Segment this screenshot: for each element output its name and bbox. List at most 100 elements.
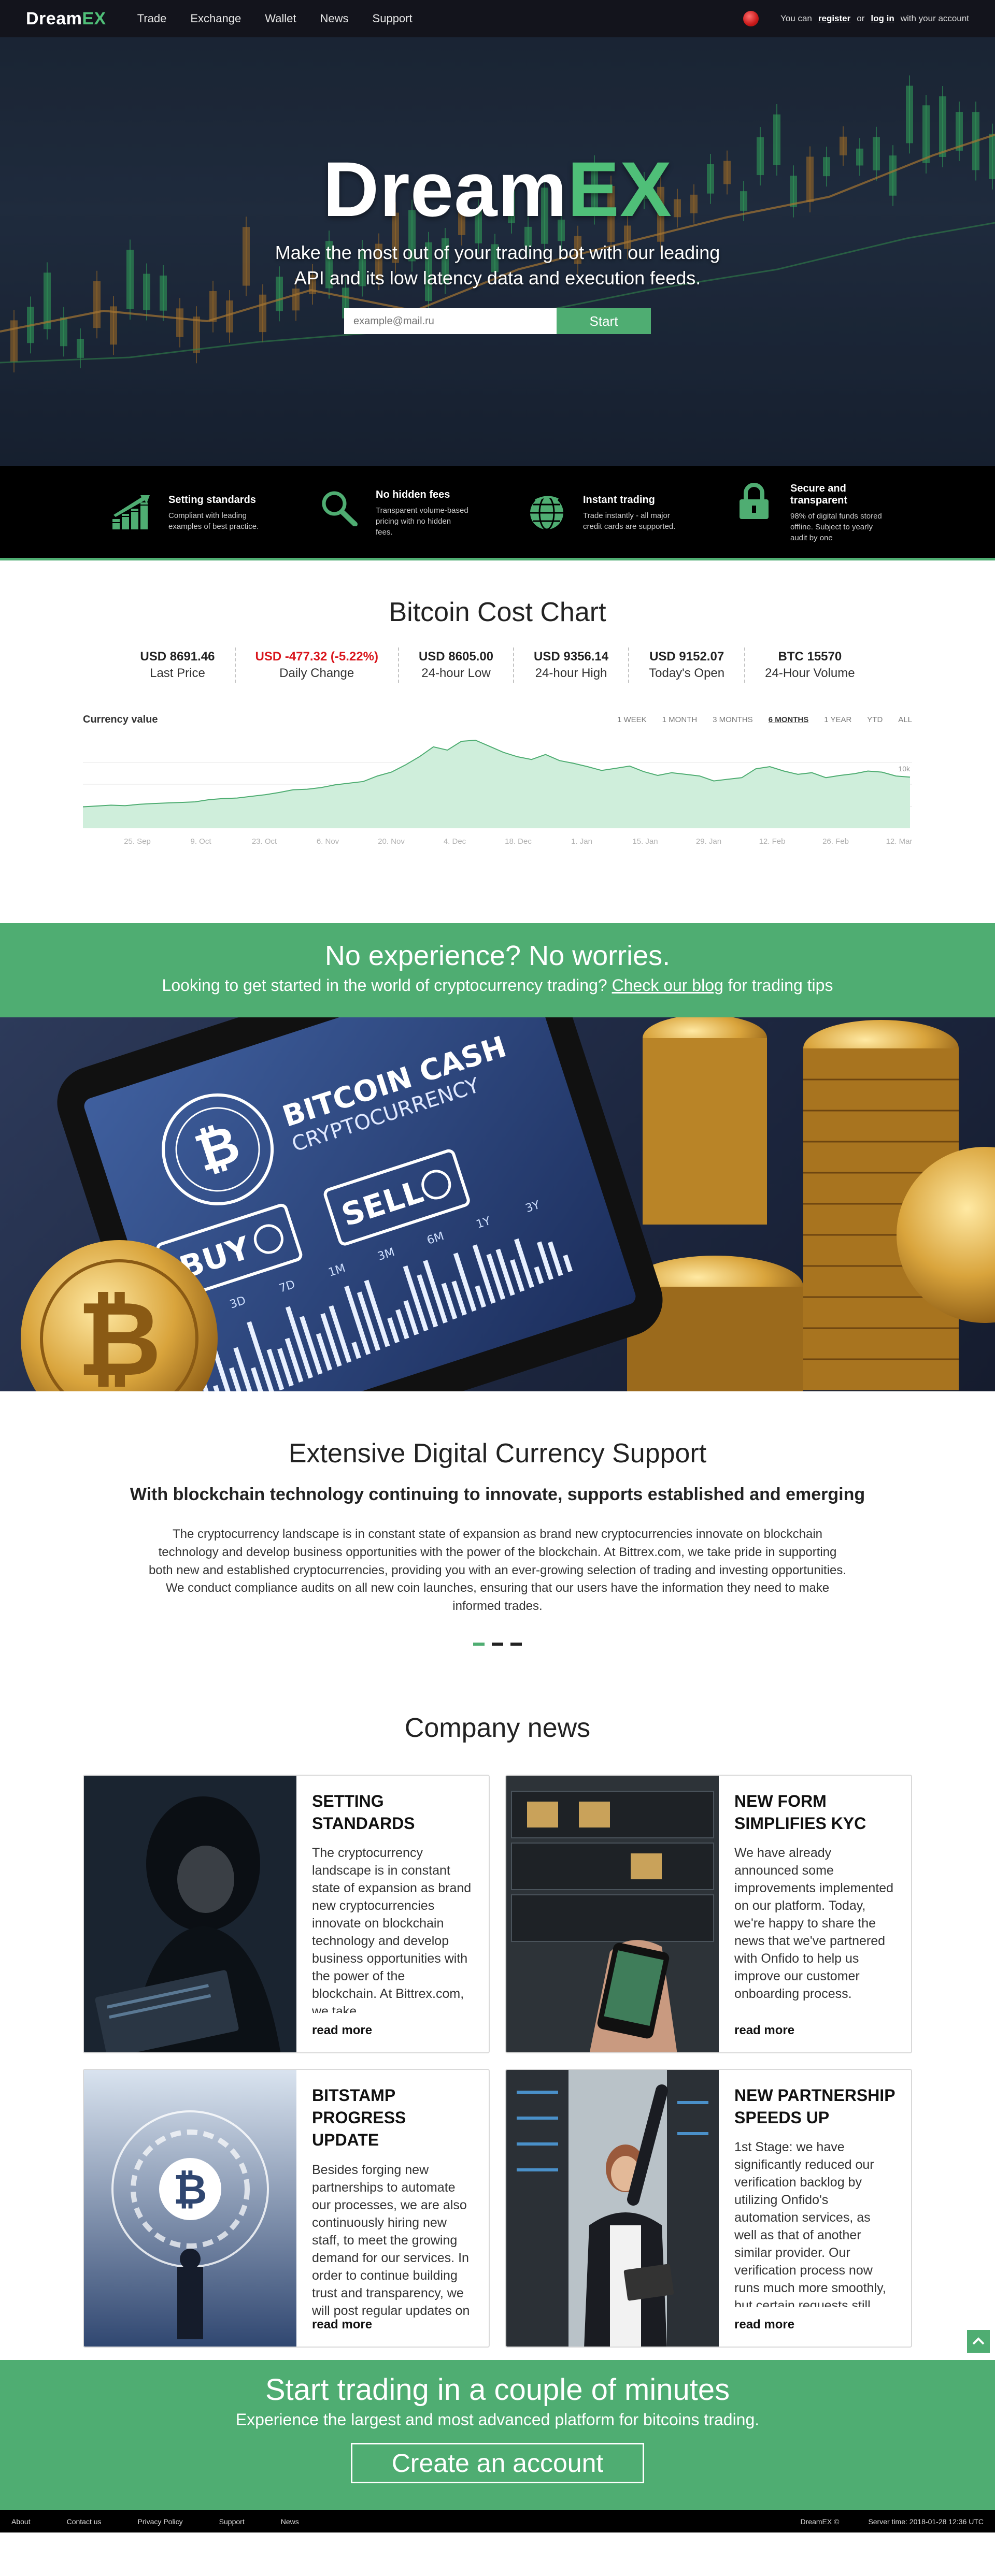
feature-secure: Secure and transparent 98% of digital fu… <box>733 483 884 543</box>
hero-subtitle-line-2: API and its low latency data and executi… <box>294 267 701 289</box>
feature-description: Trade instantly - all major credit cards… <box>583 511 676 531</box>
stat-value: USD 9152.07 <box>649 650 724 664</box>
promo-text: Looking to get started in the world of c… <box>0 976 995 995</box>
news-card-title: Bitstamp progress update <box>312 2086 406 2150</box>
language-flag-icon[interactable] <box>743 11 759 26</box>
promo-text-before: Looking to get started in the world of c… <box>162 976 607 995</box>
range-6-months[interactable]: 6 MONTHS <box>769 715 809 724</box>
hero-title: DreamEX <box>322 146 673 233</box>
x-tick-label: 26. Feb <box>822 837 849 846</box>
bar-chart-icon <box>112 495 150 529</box>
news-card: New form simplifies KYC We have already … <box>505 1775 912 2053</box>
nav-link-trade[interactable]: Trade <box>137 12 167 25</box>
footer-link-privacy[interactable]: Privacy Policy <box>138 2517 183 2526</box>
hero-subtitle: Make the most out of your trading bot wi… <box>0 240 995 291</box>
features-strip: Setting standards Compliant with leading… <box>0 466 995 560</box>
news-image-hacker <box>84 1776 296 2052</box>
feature-setting-standards: Setting standards Compliant with leading… <box>111 494 262 532</box>
footer-link-support[interactable]: Support <box>219 2517 245 2526</box>
news-grid: Setting standards The cryptocurrency lan… <box>83 1775 912 2348</box>
cta-title: Start trading in a couple of minutes <box>265 2373 730 2407</box>
x-tick-label: 12. Mar <box>886 837 912 846</box>
stat-label: 24-hour High <box>535 666 607 680</box>
stat-value: USD 9356.14 <box>534 650 609 664</box>
carousel-dot[interactable] <box>510 1642 522 1646</box>
email-input[interactable] <box>344 308 557 335</box>
news-image-mining-rig <box>506 1776 719 2052</box>
feature-title: Secure and transparent <box>790 483 848 506</box>
main-menu: Trade Exchange Wallet News Support <box>137 12 413 25</box>
bitcoin-phone-image: ₿ BITCOIN CASH CRYPTOCURRENCY BUY SELL D… <box>21 1017 995 1391</box>
support-title: Extensive Digital Currency Support <box>288 1438 707 1469</box>
support-carousel-dots <box>0 1642 995 1646</box>
chevron-up-icon <box>972 2337 985 2345</box>
blog-link[interactable]: Check our blog <box>612 976 723 995</box>
x-tick-label: 29. Jan <box>696 837 721 846</box>
chart-header: Currency value 1 WEEK 1 MONTH 3 MONTHS 6… <box>83 714 912 726</box>
x-tick-label: 23. Oct <box>252 837 277 846</box>
carousel-dot[interactable] <box>473 1642 485 1646</box>
register-link[interactable]: register <box>818 13 850 24</box>
lock-icon <box>740 483 769 519</box>
x-tick-label: 15. Jan <box>632 837 658 846</box>
cost-chart-section: Bitcoin Cost Chart USD 8691.46 Last Pric… <box>0 560 995 923</box>
stat-last-price: USD 8691.46 Last Price <box>120 647 236 683</box>
footer-link-news[interactable]: News <box>281 2517 299 2526</box>
news-card-body: New form simplifies KYC We have already … <box>719 1776 911 2052</box>
stat-value: BTC 15570 <box>778 650 842 664</box>
currency-chart: 10k 25. Sep 9. Oct 23. Oct 6. Nov 20. Nov 4. D… <box>82 730 912 857</box>
range-1-week[interactable]: 1 WEEK <box>617 715 647 724</box>
read-more-link[interactable]: read more <box>312 2023 473 2038</box>
login-link[interactable]: log in <box>871 13 894 24</box>
cost-chart-heading: Bitcoin Cost Chart <box>389 597 606 627</box>
stat-label: Daily Change <box>279 666 354 680</box>
nav-link-news[interactable]: News <box>320 12 349 25</box>
stat-value: USD -477.32 (-5.22%) <box>255 650 378 664</box>
feature-description: Transparent volume-based pricing with no… <box>376 506 468 537</box>
news-image-global-bitcoin: ₿ <box>84 2070 296 2347</box>
footer-link-contact[interactable]: Contact us <box>67 2517 102 2526</box>
account-suffix: with your account <box>900 13 969 23</box>
range-all[interactable]: ALL <box>898 715 912 724</box>
read-more-link[interactable]: read more <box>734 2023 895 2038</box>
nav-link-wallet[interactable]: Wallet <box>265 12 296 25</box>
range-1-month[interactable]: 1 MONTH <box>662 715 698 724</box>
feature-title: Instant trading <box>583 494 655 506</box>
stat-label: 24-Hour Volume <box>765 666 855 680</box>
stat-todays-open: USD 9152.07 Today's Open <box>629 647 746 683</box>
footer-meta: DreamEX © Server time: 2018-01-28 12:36 … <box>801 2517 984 2526</box>
stat-label: Last Price <box>150 666 205 680</box>
nav-link-exchange[interactable]: Exchange <box>190 12 241 25</box>
create-account-button[interactable]: Create an account <box>351 2443 644 2483</box>
feature-no-hidden-fees: No hidden fees Transparent volume-based … <box>319 489 469 538</box>
read-more-link[interactable]: read more <box>734 2318 895 2332</box>
range-3-months[interactable]: 3 MONTHS <box>713 715 753 724</box>
start-button[interactable]: Start <box>557 308 651 335</box>
news-card-body: New partnership speeds up 1st Stage: we … <box>719 2070 911 2347</box>
news-card-text: The cryptocurrency landscape is in const… <box>312 1846 472 2013</box>
news-card-text: Besides forging new partnerships to auto… <box>312 2162 470 2318</box>
footer-link-about[interactable]: About <box>11 2517 31 2526</box>
server-time: Server time: 2018-01-28 12:36 UTC <box>868 2517 984 2526</box>
logo[interactable]: DreamEX <box>26 9 106 29</box>
read-more-link[interactable]: read more <box>312 2318 473 2332</box>
carousel-dot[interactable] <box>492 1642 503 1646</box>
promo-banner: No experience? No worries. Looking to ge… <box>0 923 995 1017</box>
account-prefix: You can <box>780 13 812 23</box>
support-body: The cryptocurrency landscape is in const… <box>148 1527 847 1614</box>
x-tick-label: 25. Sep <box>124 837 151 846</box>
hero-content: DreamEX Make the most out of your tradin… <box>0 146 995 335</box>
scroll-to-top-button[interactable] <box>967 2330 990 2353</box>
promo-title: No experience? No worries. <box>324 940 671 971</box>
x-tick-label: 1. Jan <box>571 837 592 846</box>
feature-description: 98% of digital funds stored offline. Sub… <box>790 512 882 542</box>
nav-link-support[interactable]: Support <box>373 12 413 25</box>
signup-form: Start <box>0 308 995 335</box>
news-card-body: Setting standards The cryptocurrency lan… <box>296 1776 489 2052</box>
range-1-year[interactable]: 1 YEAR <box>824 715 851 724</box>
range-ytd[interactable]: YTD <box>867 715 883 724</box>
cta-subtitle: Experience the largest and most advanced… <box>235 2410 760 2429</box>
search-icon <box>322 491 358 526</box>
news-card-title: Setting standards <box>312 1792 415 1833</box>
stat-value: USD 8691.46 <box>140 650 215 664</box>
